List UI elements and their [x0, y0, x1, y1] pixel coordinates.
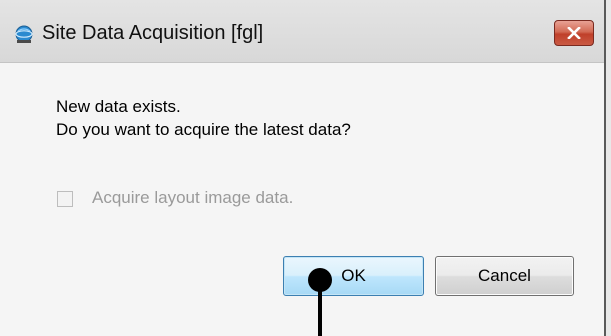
callout-pointer-dot	[308, 268, 332, 292]
cancel-button[interactable]: Cancel	[435, 256, 574, 296]
message-line-1: New data exists.	[56, 97, 181, 116]
dialog-window: Site Data Acquisition [fgl] New data exi…	[0, 0, 611, 336]
dialog-content: New data exists. Do you want to acquire …	[0, 63, 604, 336]
close-icon	[567, 27, 581, 39]
ok-button[interactable]: OK	[283, 256, 424, 296]
app-globe-icon	[14, 25, 34, 45]
window-frame-right	[604, 0, 611, 336]
title-bar: Site Data Acquisition [fgl]	[0, 0, 604, 63]
message-line-2: Do you want to acquire the latest data?	[56, 120, 351, 139]
acquire-layout-label: Acquire layout image data.	[92, 188, 294, 207]
window-title: Site Data Acquisition [fgl]	[42, 22, 264, 44]
close-button[interactable]	[554, 20, 594, 46]
acquire-layout-checkbox[interactable]	[57, 191, 73, 207]
